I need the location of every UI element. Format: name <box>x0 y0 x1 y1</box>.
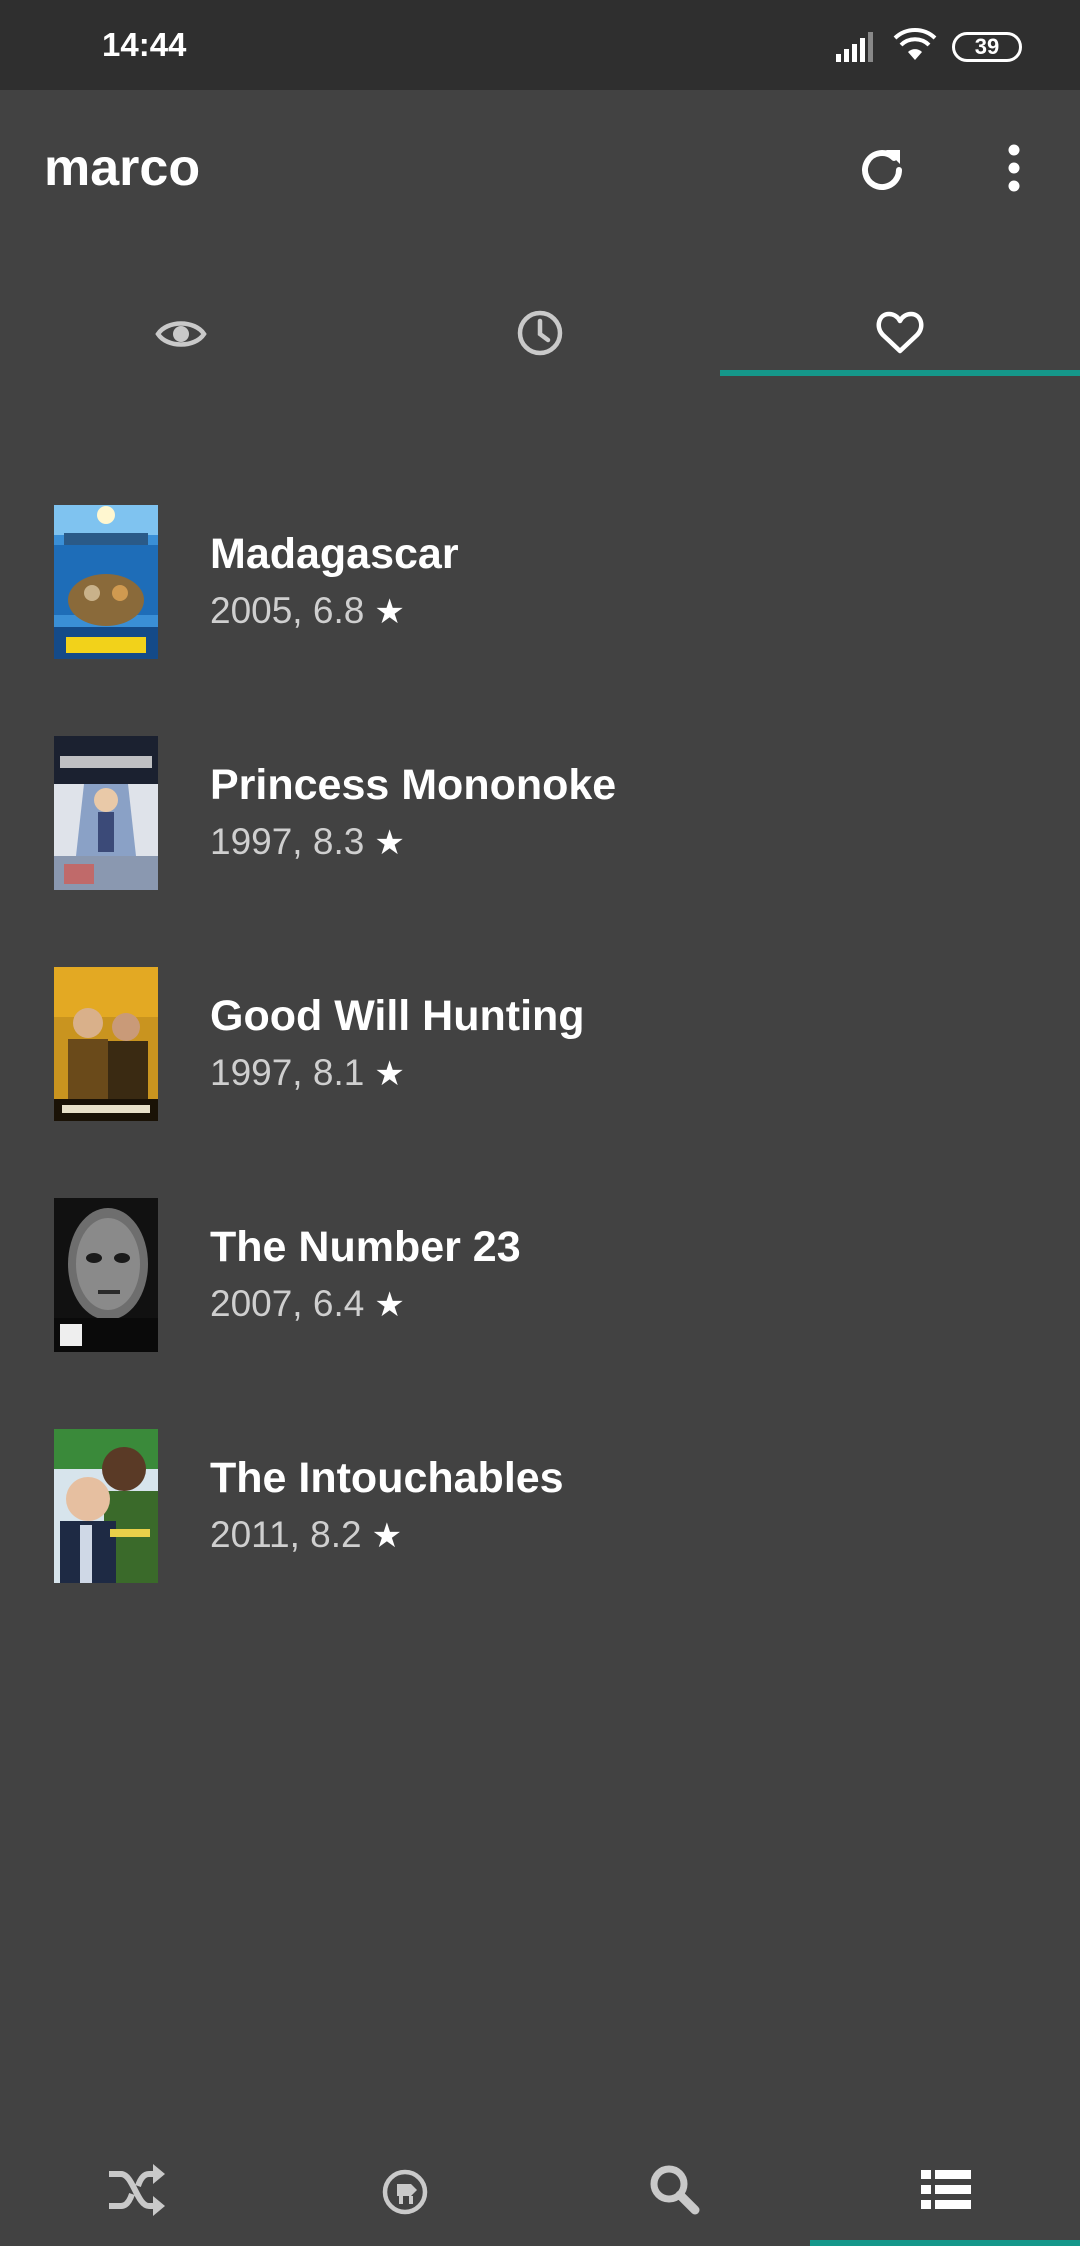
movie-year-rating: 1997, 8.3 <box>210 821 365 862</box>
movie-meta: 2005, 6.8 ★ <box>210 590 405 632</box>
star-icon: ★ <box>374 593 405 631</box>
refresh-button[interactable] <box>852 140 912 200</box>
poster-image <box>54 736 158 890</box>
page-title: marco <box>44 139 201 197</box>
battery-indicator: 39 <box>952 32 1022 62</box>
search-icon <box>650 2165 700 2215</box>
tab-watched[interactable] <box>0 290 360 420</box>
status-bar: 14:44 39 <box>0 0 1080 90</box>
movie-title: The Intouchables <box>210 1454 564 1502</box>
tab-favorites[interactable] <box>720 290 1080 420</box>
list-icon <box>921 2170 971 2209</box>
more-vert-icon <box>1008 144 1020 192</box>
heart-icon <box>876 311 924 354</box>
movie-meta: 2007, 6.4 ★ <box>210 1283 405 1325</box>
movie-year-rating: 1997, 8.1 <box>210 1052 365 1093</box>
wifi-icon <box>893 28 937 67</box>
movie-title: Good Will Hunting <box>210 992 585 1040</box>
poster-image <box>54 505 158 659</box>
list-item[interactable]: Good Will Hunting 1997, 8.1 ★ <box>0 922 1080 1152</box>
list-item[interactable]: The Intouchables 2011, 8.2 ★ <box>0 1384 1080 1614</box>
movie-meta: 1997, 8.3 ★ <box>210 821 405 863</box>
star-icon: ★ <box>374 824 405 862</box>
eye-icon <box>155 321 207 347</box>
nav-lists[interactable] <box>905 2150 985 2230</box>
list-item[interactable]: The Number 23 2007, 6.4 ★ <box>0 1153 1080 1383</box>
explore-icon <box>382 2169 428 2215</box>
nav-shuffle[interactable] <box>95 2150 175 2230</box>
star-icon: ★ <box>374 1286 405 1324</box>
nav-explore[interactable] <box>365 2150 445 2230</box>
nav-indicator <box>810 2240 1080 2246</box>
movie-year-rating: 2011, 8.2 <box>210 1514 362 1555</box>
star-icon: ★ <box>371 1517 403 1555</box>
status-time: 14:44 <box>102 26 187 63</box>
shuffle-icon <box>109 2164 165 2216</box>
more-options-button[interactable] <box>996 140 1032 200</box>
tab-indicator <box>720 370 1080 376</box>
movie-title: Madagascar <box>210 530 459 578</box>
bottom-navigation <box>0 2130 1080 2246</box>
poster-image <box>54 1429 158 1583</box>
refresh-icon <box>862 150 902 191</box>
list-item[interactable]: Princess Mononoke 1997, 8.3 ★ <box>0 691 1080 921</box>
movie-meta: 1997, 8.1 ★ <box>210 1052 405 1094</box>
star-icon: ★ <box>374 1055 405 1093</box>
poster-image <box>54 1198 158 1352</box>
poster-image <box>54 967 158 1121</box>
movie-title: Princess Mononoke <box>210 761 617 809</box>
movie-year-rating: 2005, 6.8 <box>210 590 365 631</box>
tab-watchlist[interactable] <box>360 290 720 420</box>
nav-search[interactable] <box>635 2150 715 2230</box>
list-item[interactable]: Madagascar 2005, 6.8 ★ <box>0 460 1080 690</box>
movie-year-rating: 2007, 6.4 <box>210 1283 365 1324</box>
movie-meta: 2011, 8.2 ★ <box>210 1514 402 1556</box>
app-bar: marco <box>0 90 1080 356</box>
signal-icon <box>836 30 878 67</box>
movie-title: The Number 23 <box>210 1223 521 1271</box>
clock-icon <box>517 310 563 356</box>
